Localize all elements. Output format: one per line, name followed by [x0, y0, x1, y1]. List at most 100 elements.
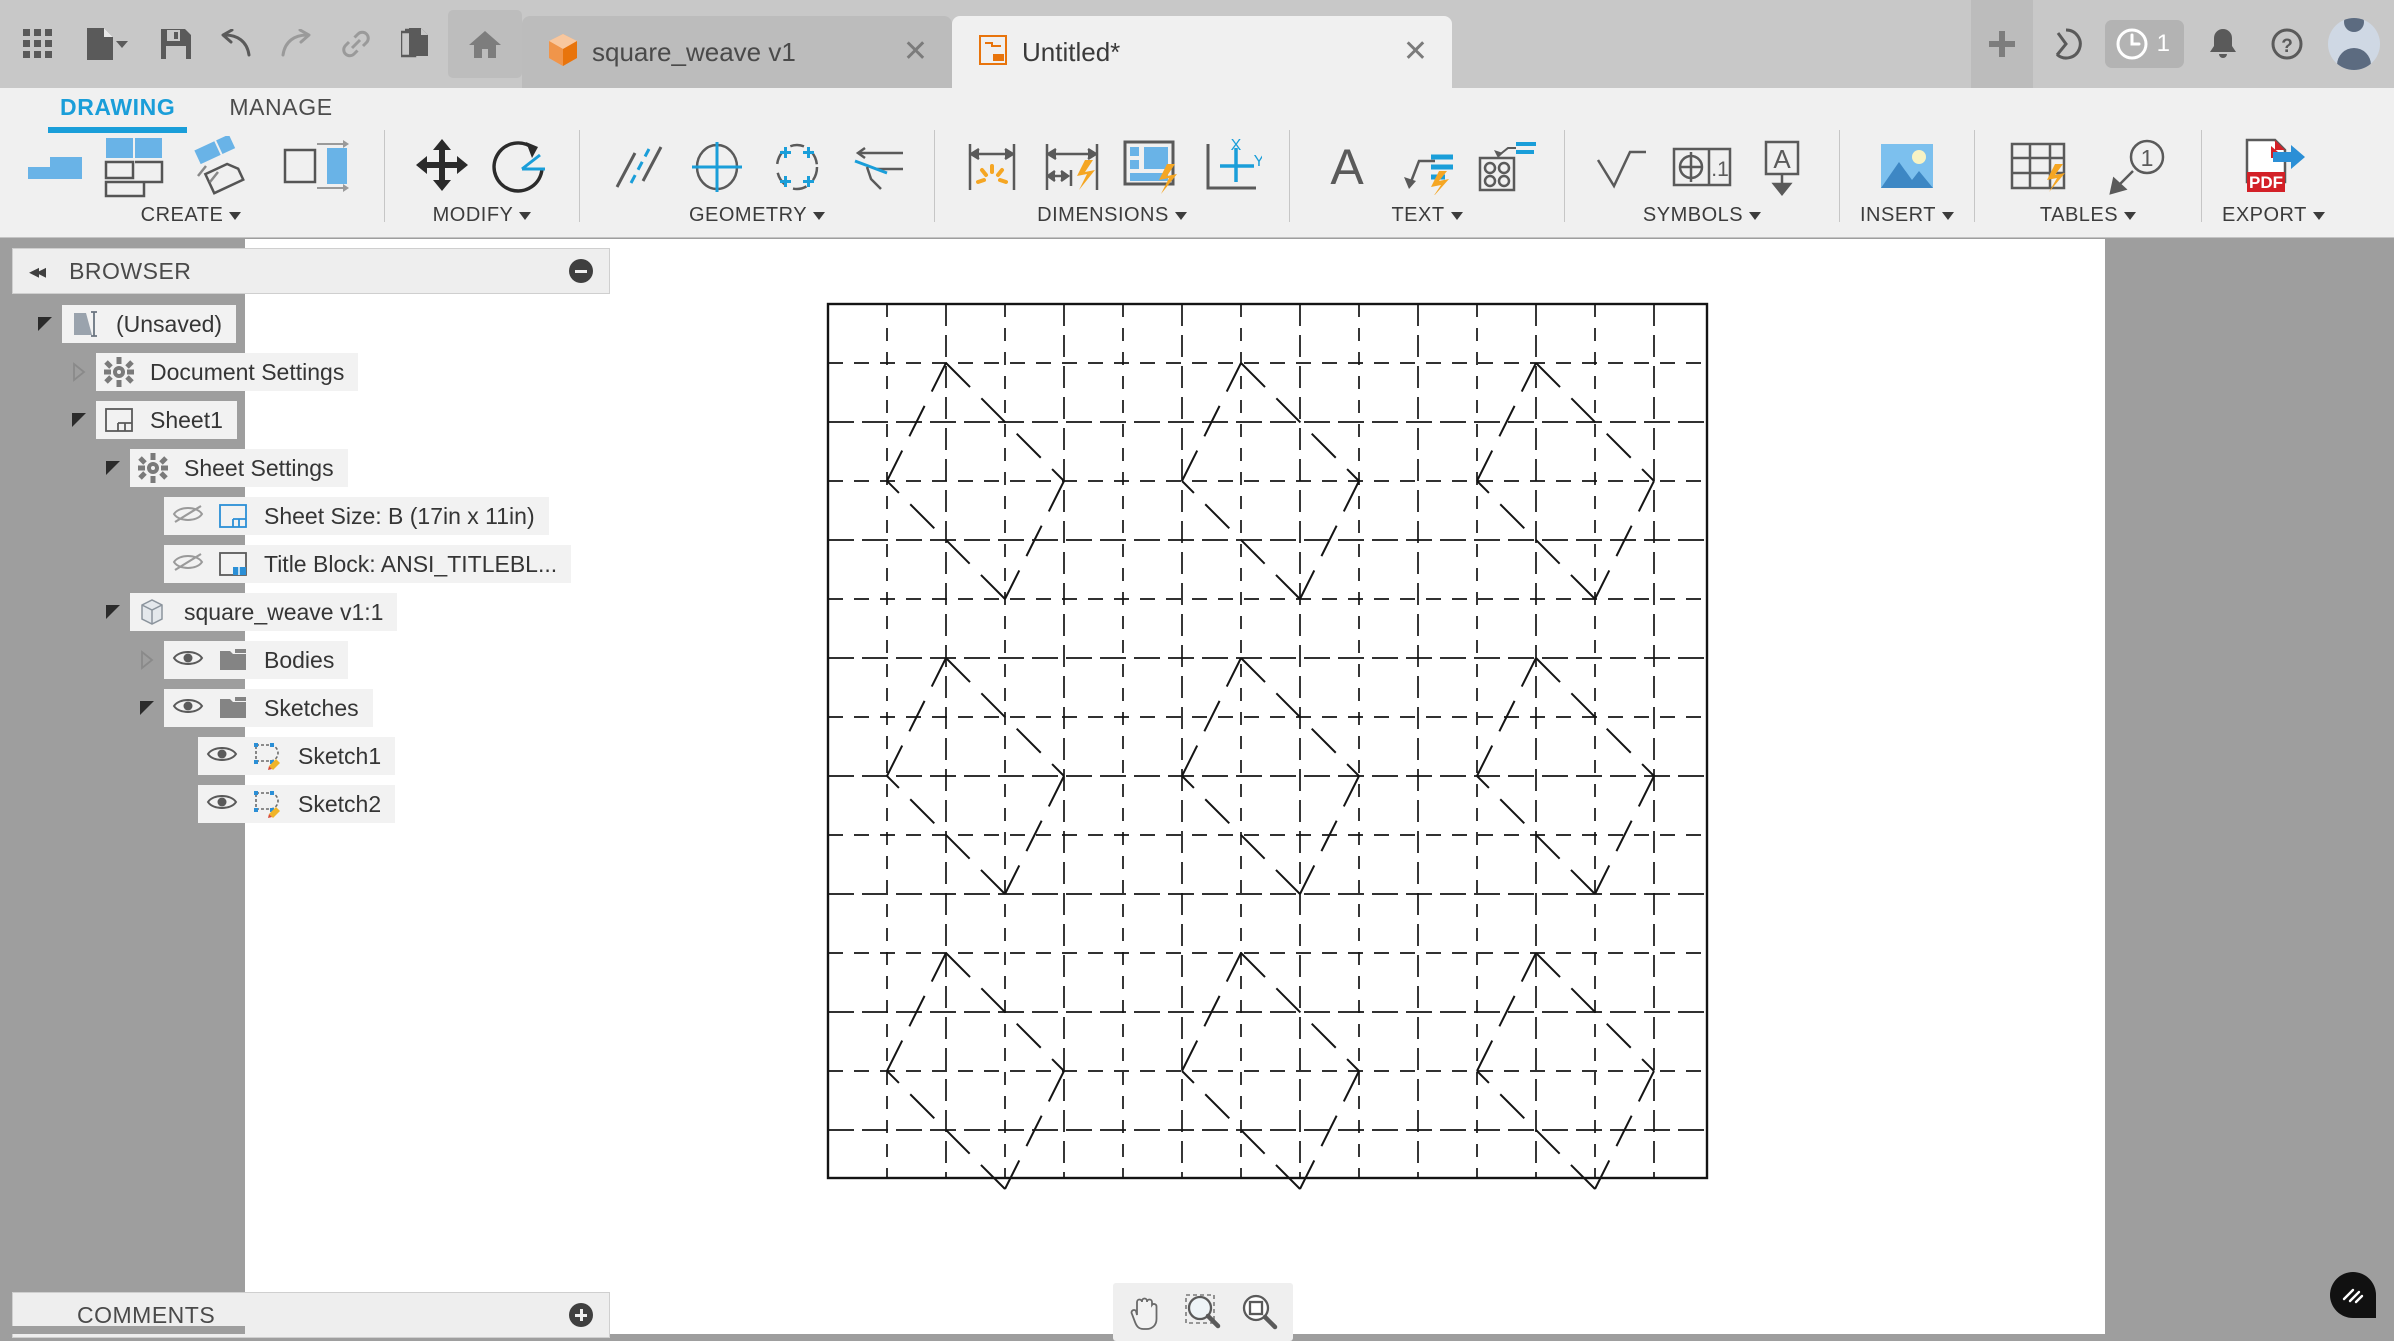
expand-arrow-closed-icon[interactable] [62, 362, 96, 382]
tree-item-content: Sheet Size: B (17in x 11in) [164, 497, 549, 535]
panel-title-create[interactable]: CREATE [141, 204, 242, 227]
edge-extension-icon[interactable] [840, 130, 914, 204]
pan-icon[interactable] [1119, 1287, 1175, 1337]
expand-arrow-closed-icon[interactable] [130, 650, 164, 670]
center-mark-icon[interactable] [680, 130, 754, 204]
chevron-down-icon [519, 212, 531, 220]
base-view-icon[interactable] [18, 130, 92, 204]
expand-arrow-open-icon[interactable] [130, 698, 164, 718]
eye-visible-icon[interactable] [172, 647, 206, 673]
leader-text-icon[interactable] [1390, 130, 1464, 204]
minus-circle-icon[interactable] [569, 259, 593, 283]
redo-icon[interactable] [268, 10, 324, 78]
expand-arrow-open-icon[interactable] [62, 410, 96, 430]
rotate-icon[interactable] [485, 130, 559, 204]
tree-item-bodies[interactable]: Bodies [0, 636, 620, 684]
zoom-window-icon[interactable] [1175, 1287, 1231, 1337]
datum-identifier-icon[interactable]: A [1745, 130, 1819, 204]
panel-title-tables[interactable]: TABLES [2040, 204, 2136, 227]
tab-drawing[interactable]: DRAWING [60, 94, 175, 125]
chat-bubble-icon[interactable] [2330, 1272, 2376, 1318]
tree-item-sheet-size-b-17in-x-11in[interactable]: Sheet Size: B (17in x 11in) [0, 492, 620, 540]
panel-title-export[interactable]: EXPORT [2222, 204, 2325, 227]
origin-icon[interactable]: X Y [1195, 130, 1269, 204]
tree-item-title-block-ansi-titlebl[interactable]: Title Block: ANSI_TITLEBL... [0, 540, 620, 588]
undo-icon[interactable] [208, 10, 264, 78]
copy-icon[interactable] [388, 10, 444, 78]
expand-arrow-open-icon[interactable] [96, 458, 130, 478]
balloon-icon[interactable]: 1 [2091, 130, 2181, 204]
table-icon[interactable] [1995, 130, 2085, 204]
tree-item-sheet1[interactable]: Sheet1 [0, 396, 620, 444]
extensions-icon[interactable] [2035, 0, 2097, 88]
quick-access-toolbar [0, 0, 522, 88]
job-count: 1 [2157, 30, 2170, 58]
panel-title-dimensions[interactable]: DIMENSIONS [1037, 204, 1187, 227]
insert-image-icon[interactable] [1862, 130, 1952, 204]
svg-text:?: ? [2281, 36, 2293, 57]
feature-control-frame-icon[interactable]: .1 [1665, 130, 1739, 204]
file-icon[interactable] [70, 10, 144, 78]
eye-hidden-icon[interactable] [172, 503, 206, 529]
plus-circle-icon[interactable] [569, 1303, 593, 1327]
auto-dimension-icon[interactable] [1035, 130, 1109, 204]
center-mark-pattern-icon[interactable] [760, 130, 834, 204]
job-status-badge[interactable]: 1 [2105, 20, 2184, 68]
close-icon[interactable]: ✕ [903, 37, 928, 67]
expand-arrow-open-icon[interactable] [96, 602, 130, 622]
chevron-down-icon [1175, 212, 1187, 220]
close-icon[interactable]: ✕ [1403, 37, 1428, 67]
fit-view-icon[interactable] [1231, 1287, 1287, 1337]
gear-icon [104, 357, 138, 387]
home-icon[interactable] [448, 10, 522, 78]
document-tab-square-weave[interactable]: square_weave v1 ✕ [522, 16, 952, 88]
panel-title-insert[interactable]: INSERT [1860, 204, 1954, 227]
auxiliary-view-icon[interactable] [178, 130, 268, 204]
eye-visible-icon[interactable] [206, 791, 240, 817]
move-icon[interactable] [405, 130, 479, 204]
panel-insert: INSERT [1850, 130, 1964, 236]
tree-item-unsaved[interactable]: (Unsaved) [0, 300, 620, 348]
notifications-icon[interactable] [2192, 0, 2254, 88]
tree-item-content: (Unsaved) [62, 305, 236, 343]
panel-title-text[interactable]: TEXT [1391, 204, 1462, 227]
hole-table-note-icon[interactable] [1470, 130, 1544, 204]
tab-manage[interactable]: MANAGE [229, 94, 332, 125]
browser-header: ◂◂ BROWSER [12, 248, 610, 294]
svg-text:PDF: PDF [2249, 173, 2283, 192]
surface-texture-icon[interactable] [1585, 130, 1659, 204]
expand-arrow-open-icon[interactable] [28, 314, 62, 334]
tree-item-square-weave-v1-1[interactable]: square_weave v1:1 [0, 588, 620, 636]
double-left-arrow-icon[interactable]: ◂◂ [29, 259, 43, 284]
tree-item-sketch1[interactable]: Sketch1 [0, 732, 620, 780]
text-icon[interactable]: A [1310, 130, 1384, 204]
detail-view-icon[interactable] [274, 130, 364, 204]
folder-icon [218, 695, 252, 721]
panel-title-modify[interactable]: MODIFY [433, 204, 532, 227]
tree-item-sketches[interactable]: Sketches [0, 684, 620, 732]
eye-hidden-icon[interactable] [172, 551, 206, 577]
new-tab-button[interactable] [1971, 0, 2033, 88]
avatar[interactable] [2328, 18, 2380, 70]
app-grid-icon[interactable] [10, 10, 66, 78]
help-icon[interactable]: ? [2256, 0, 2318, 88]
panel-title-geometry[interactable]: GEOMETRY [689, 204, 825, 227]
sheet-border [828, 304, 1707, 1178]
panel-divider [1974, 130, 1975, 222]
document-tab-untitled[interactable]: Untitled* ✕ [952, 16, 1452, 88]
link-icon[interactable] [328, 10, 384, 78]
centerline-icon[interactable] [600, 130, 674, 204]
chevron-down-icon [813, 212, 825, 220]
tree-item-document-settings[interactable]: Document Settings [0, 348, 620, 396]
eye-visible-icon[interactable] [172, 695, 206, 721]
tree-item-sheet-settings[interactable]: Sheet Settings [0, 444, 620, 492]
sketch-icon [252, 741, 286, 771]
panel-title-symbols[interactable]: SYMBOLS [1643, 204, 1761, 227]
projected-view-icon[interactable] [98, 130, 172, 204]
tree-item-sketch2[interactable]: Sketch2 [0, 780, 620, 828]
dimension-icon[interactable] [955, 130, 1029, 204]
save-icon[interactable] [148, 10, 204, 78]
export-pdf-icon[interactable]: PDF [2228, 130, 2318, 204]
eye-visible-icon[interactable] [206, 743, 240, 769]
ordinate-dimension-icon[interactable] [1115, 130, 1189, 204]
